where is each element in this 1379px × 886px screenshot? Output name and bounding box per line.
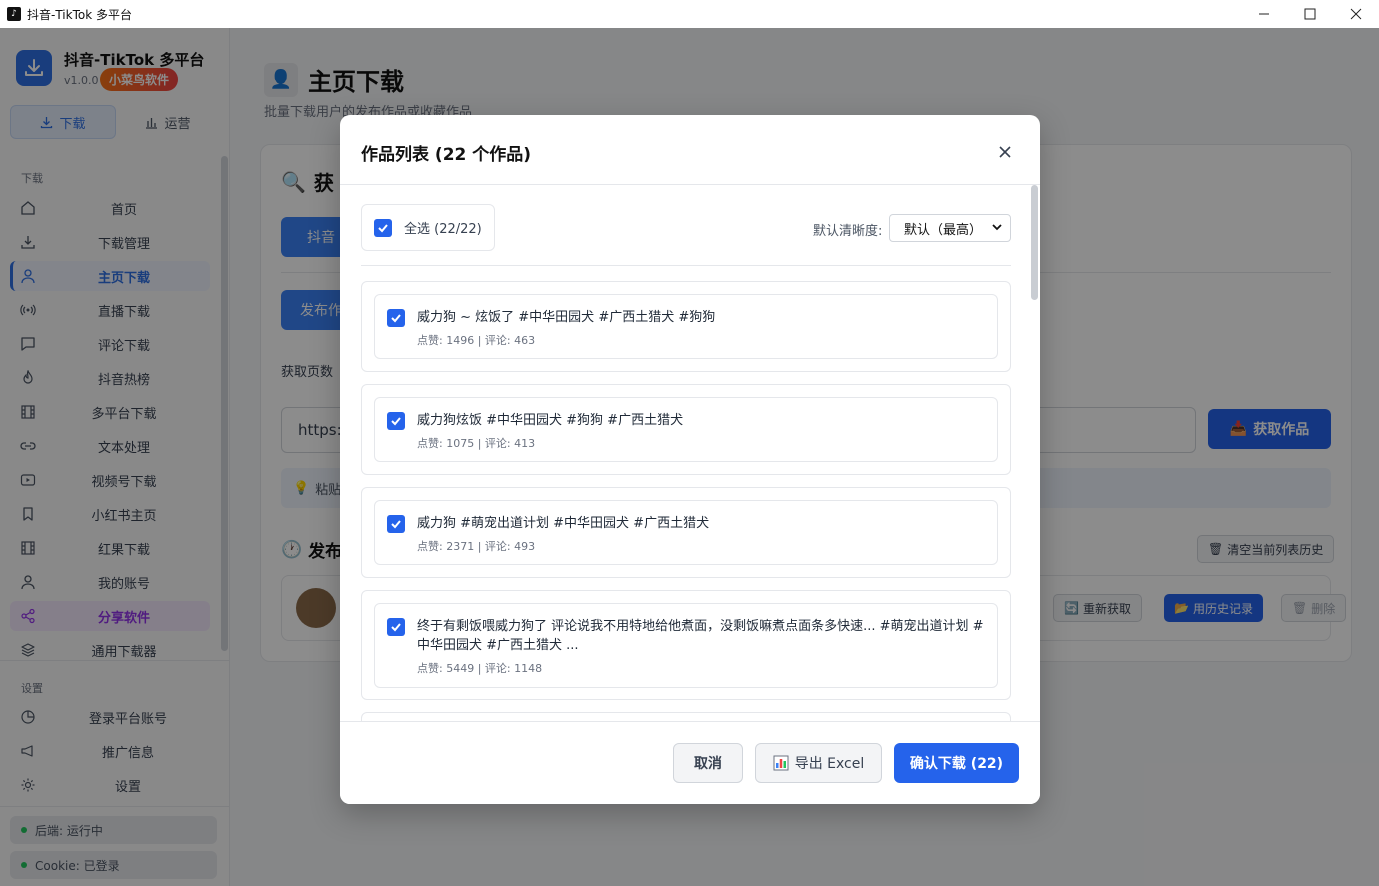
close-icon — [999, 146, 1011, 158]
minimize-icon — [1259, 13, 1269, 15]
list-item-card: 威力狗炫饭 #中华田园犬 #狗狗 #广西土猎犬 点赞: 1075 | 评论: 4… — [374, 397, 998, 462]
select-all-checkbox[interactable]: 全选 (22/22) — [361, 204, 495, 251]
title-bar: ♪ 抖音-TikTok 多平台 — [0, 0, 1379, 28]
item-title: 终于有剩饭喂威力狗了 评论说我不用特地给他煮面，没剩饭嘛煮点面条多快速... #… — [417, 619, 984, 653]
close-window-button[interactable] — [1333, 0, 1379, 28]
select-all-label: 全选 (22/22) — [404, 222, 482, 237]
item-title: 威力狗 #萌宠出道计划 #中华田园犬 #广西土猎犬 — [417, 516, 710, 531]
item-meta: 点赞: 2371 | 评论: 493 — [417, 540, 536, 553]
maximize-button[interactable] — [1287, 0, 1333, 28]
modal-header: 作品列表 (22 个作品) — [340, 115, 1040, 185]
maximize-icon — [1304, 8, 1316, 20]
modal-body: 全选 (22/22) 默认清晰度: 默认（最高） 威力狗 ~ 炫饭了 #中华田园… — [340, 185, 1040, 721]
item-meta: 点赞: 1496 | 评论: 463 — [417, 334, 536, 347]
quality-label: 默认清晰度: — [813, 224, 883, 239]
checkbox-checked-icon[interactable] — [387, 309, 405, 327]
item-title: 威力狗炫饭 #中华田园犬 #狗狗 #广西土猎犬 — [417, 413, 684, 428]
modal-title: 作品列表 (22 个作品) — [361, 145, 532, 165]
export-excel-label: 导出 Excel — [794, 756, 865, 772]
confirm-download-button[interactable]: 确认下载 (22) — [894, 743, 1019, 783]
tiktok-icon: ♪ — [7, 7, 21, 21]
checkbox-checked-icon — [374, 218, 392, 237]
item-meta: 点赞: 5449 | 评论: 1148 — [417, 662, 543, 675]
modal-footer: 取消 导出 Excel 确认下载 (22) — [340, 721, 1040, 804]
minimize-button[interactable] — [1241, 0, 1287, 28]
list-item[interactable]: 终于有剩饭喂威力狗了 评论说我不用特地给他煮面，没剩饭嘛煮点面条多快速... #… — [361, 590, 1011, 700]
checkbox-checked-icon[interactable] — [387, 515, 405, 533]
list-item[interactable]: 威力狗炫饭 #中华田园犬 #狗狗 #广西土猎犬 点赞: 1075 | 评论: 4… — [361, 384, 1011, 475]
checkbox-checked-icon[interactable] — [387, 618, 405, 636]
bar-chart-icon — [773, 755, 789, 771]
window-title: 抖音-TikTok 多平台 — [27, 7, 132, 22]
modal-divider — [361, 265, 1011, 266]
list-item[interactable]: 威力狗 #萌宠出道计划 #中华田园犬 #广西土猎犬 点赞: 2371 | 评论:… — [361, 487, 1011, 578]
works-list-modal: 作品列表 (22 个作品) 全选 (22/22) 默认清晰度: 默认（最高） 威… — [340, 115, 1040, 804]
quality-select-value: 默认（最高） — [904, 222, 983, 238]
quality-select[interactable]: 默认（最高） — [889, 214, 1011, 242]
checkbox-checked-icon[interactable] — [387, 412, 405, 430]
close-icon — [1350, 8, 1362, 20]
list-item-card: 终于有剩饭喂威力狗了 评论说我不用特地给他煮面，没剩饭嘛煮点面条多快速... #… — [374, 603, 998, 688]
modal-close-button[interactable] — [995, 142, 1015, 162]
item-title: 威力狗 ~ 炫饭了 #中华田园犬 #广西土猎犬 #狗狗 — [417, 310, 716, 325]
cancel-button[interactable]: 取消 — [673, 743, 743, 783]
chevron-down-icon — [992, 224, 1002, 231]
item-meta: 点赞: 1075 | 评论: 413 — [417, 437, 536, 450]
list-item-card: 威力狗 #萌宠出道计划 #中华田园犬 #广西土猎犬 点赞: 2371 | 评论:… — [374, 500, 998, 565]
export-excel-button[interactable]: 导出 Excel — [755, 743, 882, 783]
list-item[interactable]: 威力狗 ~ 炫饭了 #中华田园犬 #广西土猎犬 #狗狗 点赞: 1496 | 评… — [361, 281, 1011, 372]
list-item-card: 威力狗 ~ 炫饭了 #中华田园犬 #广西土猎犬 #狗狗 点赞: 1496 | 评… — [374, 294, 998, 359]
list-item[interactable] — [361, 712, 1011, 721]
modal-scrollbar[interactable] — [1031, 185, 1038, 300]
